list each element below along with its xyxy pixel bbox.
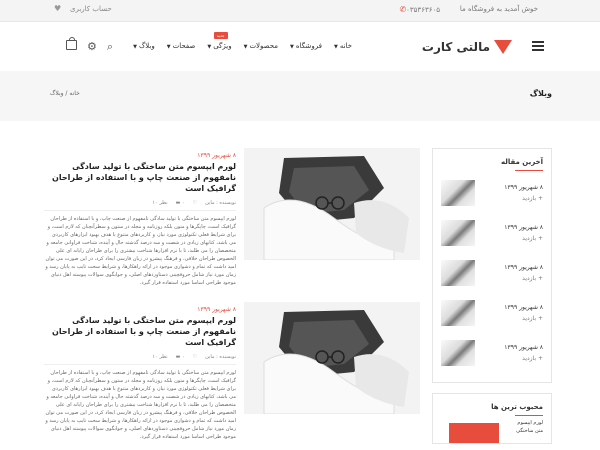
top-strip: خوش آمدید به فروشگاه ما ✆۰۳۵۳۶۳۶۰۵ حساب …	[0, 0, 600, 22]
recent-post-thumbnail[interactable]	[441, 179, 475, 206]
widget-title: محبوب ترین ها	[433, 394, 551, 419]
likes[interactable]: ▬ ۰	[176, 200, 185, 206]
post-meta: ۱۰ نظر ▬ ۰ ♡ نویسنده : ماین	[44, 200, 236, 211]
post-author[interactable]: نویسنده : ماین	[205, 354, 236, 360]
nav-item-products[interactable]: محصولات▼	[244, 42, 278, 50]
recent-post-date: ۸ شهریور ۱۳۹۹	[504, 263, 543, 271]
heart-icon[interactable]: ♡	[193, 354, 197, 360]
post-author[interactable]: نویسنده : ماین	[205, 200, 236, 206]
recent-post-date: ۸ شهریور ۱۳۹۹	[504, 343, 543, 351]
chevron-down-icon: ▼	[243, 44, 248, 50]
logo-text: مالتی کارت	[421, 40, 490, 54]
recent-post-date: ۸ شهریور ۱۳۹۹	[504, 223, 543, 231]
chevron-down-icon: ▼	[289, 44, 294, 50]
post-image[interactable]	[244, 302, 420, 414]
clothes-photo	[244, 302, 420, 414]
recent-post-more[interactable]: + بازدید	[481, 195, 543, 202]
blog-post: ۸ شهریور ۱۳۹۹ لورم ایپسوم متن ساختگی با …	[44, 302, 420, 440]
menu-icon[interactable]	[532, 41, 544, 51]
logo[interactable]: مالتی کارت	[422, 35, 512, 59]
account-link[interactable]: حساب کاربری	[70, 5, 112, 13]
post-excerpt: لورم ایپسوم متن ساختگی با تولید سادگی نا…	[45, 216, 236, 286]
chevron-down-icon: ▼	[207, 44, 212, 50]
nav-item-features[interactable]: جدید ویژگی▼	[207, 32, 232, 50]
post-title[interactable]: لورم ایپسوم متن ساختگی با تولید سادگی نا…	[44, 161, 236, 194]
logo-mark-icon	[494, 40, 512, 54]
gear-icon[interactable]: ⚙	[87, 40, 97, 54]
recent-post-date: ۸ شهریور ۱۳۹۹	[504, 303, 543, 311]
cart-icon[interactable]	[66, 37, 77, 50]
header-icons: ⚙ ⌕	[66, 37, 113, 54]
post-date: ۸ شهریور ۱۳۹۹	[197, 306, 236, 313]
comment-icon: ▬	[175, 200, 181, 206]
chevron-down-icon: ▼	[166, 44, 171, 50]
page-title-band: وبلاگ خانه / وبلاگ	[0, 71, 600, 121]
widget-title: آخرین مقاله	[433, 149, 551, 174]
blog-post: ۸ شهریور ۱۳۹۹ لورم ایپسوم متن ساختگی با …	[44, 148, 420, 286]
post-excerpt: لورم ایپسوم متن ساختگی با تولید سادگی نا…	[45, 370, 236, 440]
nav-item-home[interactable]: خانه▼	[334, 42, 352, 50]
search-icon[interactable]: ⌕	[107, 40, 113, 54]
comments-count[interactable]: ۱۰ نظر	[152, 354, 167, 360]
clothes-photo	[244, 148, 420, 260]
recent-posts-widget: آخرین مقاله ۸ شهریور ۱۳۹۹ + بازدید ۸ شهری…	[432, 148, 552, 383]
post-title[interactable]: لورم ایپسوم متن ساختگی با تولید سادگی نا…	[44, 315, 236, 348]
recent-post-item[interactable]: ۸ شهریور ۱۳۹۹ + بازدید	[441, 298, 543, 327]
chevron-down-icon: ▼	[333, 44, 338, 50]
comments-count[interactable]: ۱۰ نظر	[152, 200, 167, 206]
recent-post-item[interactable]: ۸ شهریور ۱۳۹۹ + بازدید	[441, 218, 543, 247]
chevron-down-icon: ▼	[133, 44, 137, 50]
recent-post-thumbnail[interactable]	[441, 259, 475, 286]
recent-post-thumbnail[interactable]	[441, 299, 475, 326]
post-meta: ۱۰ نظر ▬ ۰ ♡ نویسنده : ماین	[44, 354, 236, 365]
recent-post-more[interactable]: + بازدید	[481, 275, 543, 282]
recent-post-date: ۸ شهریور ۱۳۹۹	[504, 183, 543, 191]
main-header: مالتی کارت خانه▼ فروشگاه▼ محصولات▼ جدید و…	[0, 23, 600, 71]
nav-item-blog[interactable]: وبلاگ▼	[133, 42, 155, 50]
popular-posts-widget: محبوب ترین ها لورم ایپسوم متن ساختگی	[432, 393, 552, 444]
recent-post-more[interactable]: + بازدید	[481, 315, 543, 322]
nav-item-pages[interactable]: صفحات▼	[167, 42, 196, 50]
wishlist-icon[interactable]: ♥	[54, 4, 61, 13]
recent-post-more[interactable]: + بازدید	[481, 355, 543, 362]
recent-post-item[interactable]: ۸ شهریور ۱۳۹۹ + بازدید	[441, 178, 543, 207]
recent-post-thumbnail[interactable]	[441, 339, 475, 366]
main-nav: خانه▼ فروشگاه▼ محصولات▼ جدید ویژگی▼ صفحات…	[121, 32, 352, 50]
breadcrumb[interactable]: خانه / وبلاگ	[50, 90, 80, 97]
phone-number[interactable]: ✆۰۳۵۳۶۳۶۰۵	[396, 5, 440, 14]
popular-post-title[interactable]: لورم ایپسوم متن ساختگی	[507, 419, 543, 443]
popular-post-thumbnail[interactable]	[449, 423, 499, 443]
post-image[interactable]	[244, 148, 420, 260]
likes[interactable]: ▬ ۰	[176, 354, 185, 360]
sidebar: آخرین مقاله ۸ شهریور ۱۳۹۹ + بازدید ۸ شهری…	[432, 148, 552, 444]
recent-post-more[interactable]: + بازدید	[481, 235, 543, 242]
recent-post-thumbnail[interactable]	[441, 219, 475, 246]
page-title: وبلاگ	[529, 89, 552, 98]
nav-item-shop[interactable]: فروشگاه▼	[290, 42, 322, 50]
post-date: ۸ شهریور ۱۳۹۹	[197, 152, 236, 159]
comment-icon: ▬	[175, 354, 181, 360]
heart-icon[interactable]: ♡	[193, 200, 197, 206]
new-badge: جدید	[213, 32, 228, 39]
recent-post-item[interactable]: ۸ شهریور ۱۳۹۹ + بازدید	[441, 258, 543, 287]
recent-post-item[interactable]: ۸ شهریور ۱۳۹۹ + بازدید	[441, 338, 543, 367]
welcome-text: خوش آمدید به فروشگاه ما	[459, 5, 538, 13]
